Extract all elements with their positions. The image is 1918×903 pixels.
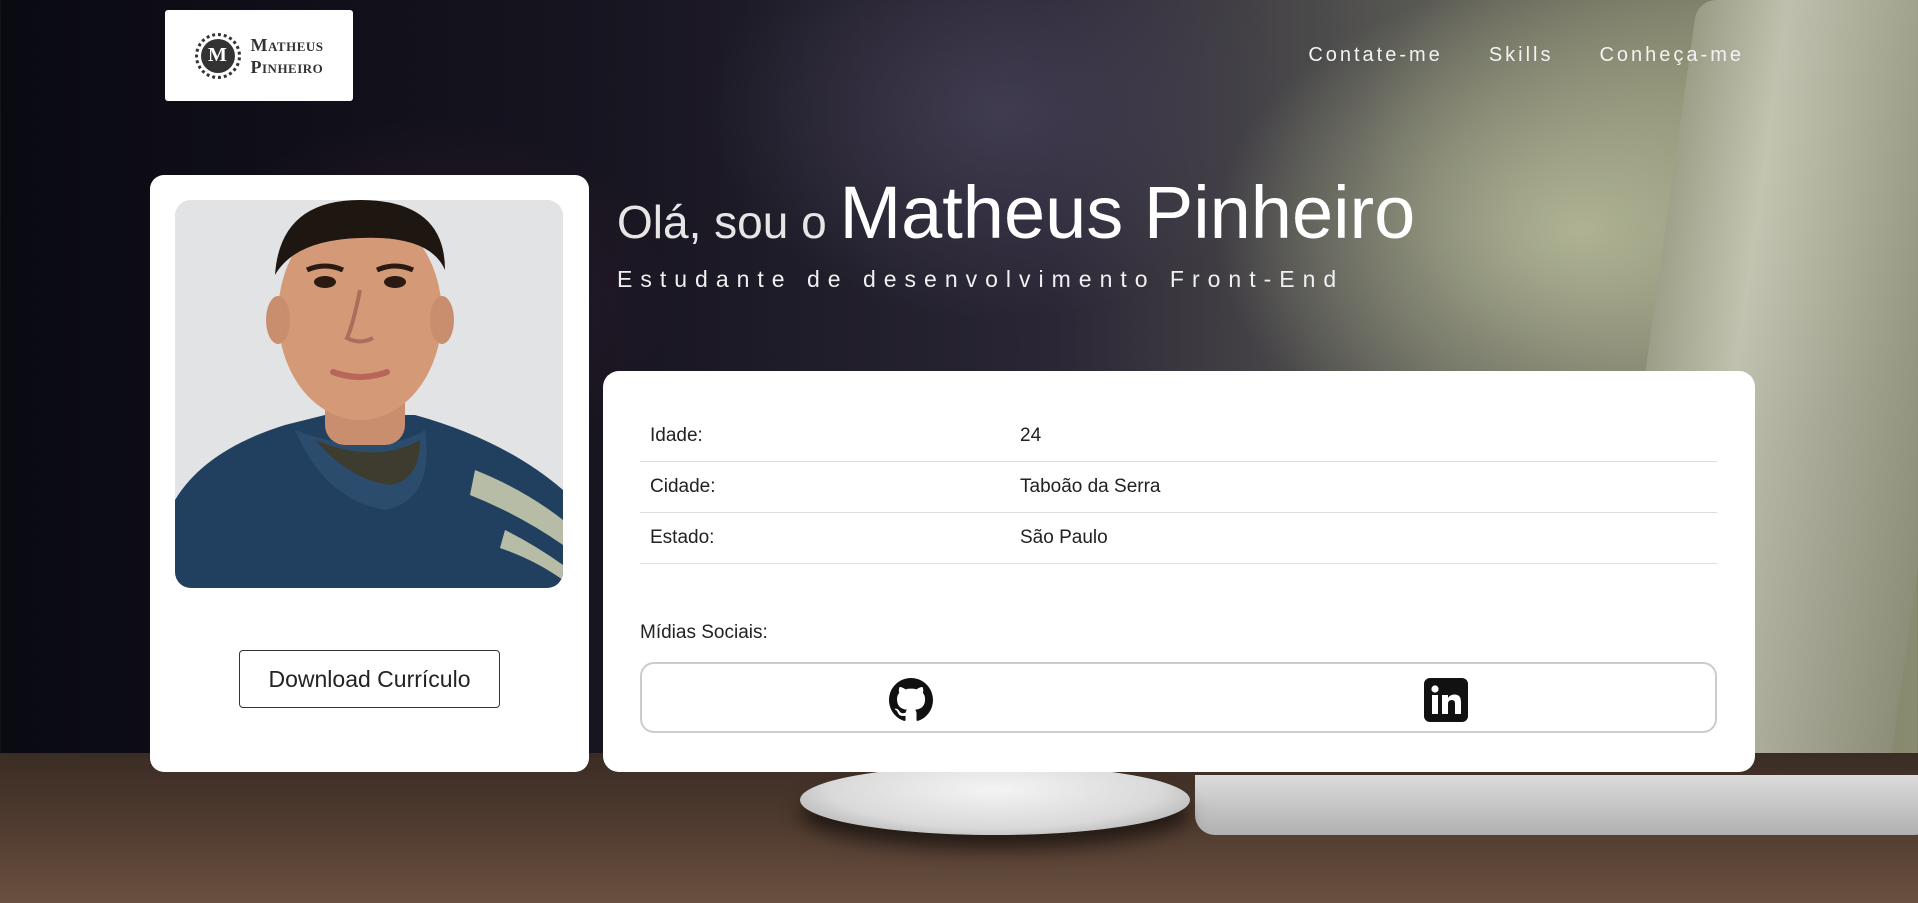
hero-greeting: Olá, sou o Matheus Pinheiro [617, 170, 1415, 255]
hero-subtitle: Estudante de desenvolvimento Front-End [617, 266, 1345, 292]
info-value-state: São Paulo [1010, 512, 1717, 564]
info-label-age: Idade: [640, 411, 1010, 462]
linkedin-icon[interactable] [1424, 678, 1468, 722]
info-label-state: Estado: [640, 512, 1010, 564]
info-value-city: Taboão da Serra [1010, 461, 1717, 513]
social-links-box [640, 662, 1717, 733]
logo-line-1: Matheus [250, 34, 324, 55]
info-label-city: Cidade: [640, 461, 1010, 513]
logo-line-2: Pinheiro [250, 56, 324, 77]
profile-card: Download Currículo [150, 175, 589, 772]
table-row: Idade: 24 [640, 411, 1717, 462]
linkedin-logo [1424, 678, 1468, 722]
background-laptop-base [1195, 775, 1918, 835]
info-card: Idade: 24 Cidade: Taboão da Serra Estado… [603, 371, 1755, 772]
social-media-label: Mídias Sociais: [640, 622, 768, 643]
info-value-age: 24 [1010, 411, 1717, 462]
table-row: Cidade: Taboão da Serra [640, 461, 1717, 513]
download-resume-button[interactable]: Download Currículo [239, 650, 500, 708]
github-logo [889, 678, 933, 721]
profile-photo-illustration [175, 200, 563, 588]
site-logo[interactable]: M Matheus Pinheiro [165, 10, 353, 101]
logo-wordmark: Matheus Pinheiro [251, 34, 324, 78]
info-table: Idade: 24 Cidade: Taboão da Serra Estado… [640, 411, 1717, 564]
logo-initial: M [200, 38, 235, 73]
background-mouse [800, 765, 1190, 835]
main-nav: Contate-me Skills Conheça-me [1308, 44, 1744, 67]
profile-photo [175, 200, 563, 588]
nav-skills[interactable]: Skills [1489, 44, 1554, 67]
table-row: Estado: São Paulo [640, 512, 1717, 564]
nav-conheca-me[interactable]: Conheça-me [1599, 44, 1744, 67]
greeting-prefix: Olá, sou o [617, 196, 840, 248]
logo-emblem-icon: M [194, 32, 241, 79]
nav-contate-me[interactable]: Contate-me [1308, 44, 1443, 67]
hero-name: Matheus Pinheiro [839, 171, 1416, 254]
github-icon[interactable] [889, 678, 933, 722]
